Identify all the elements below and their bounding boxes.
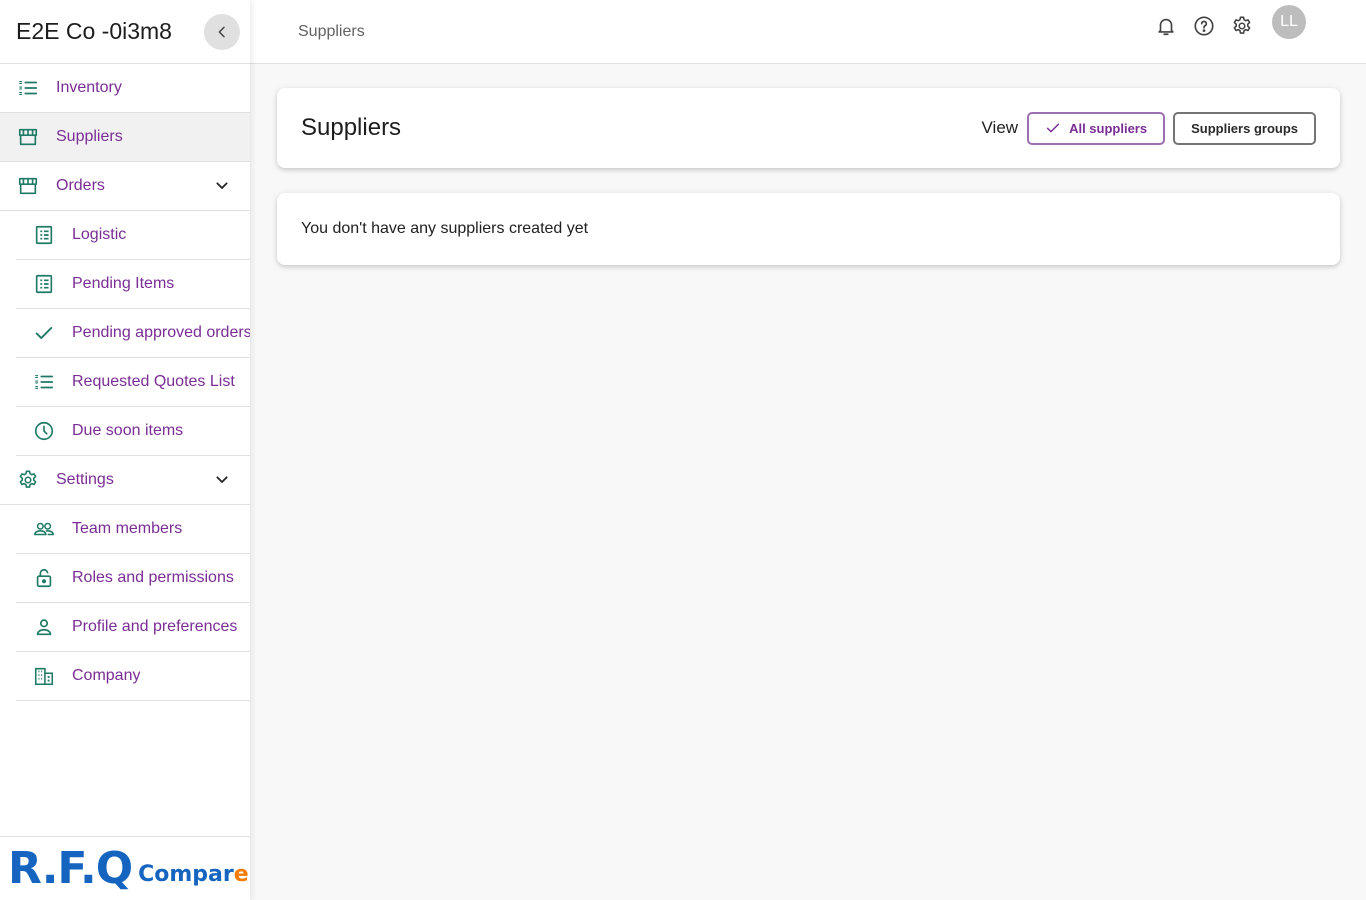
person-icon	[32, 615, 56, 639]
sidebar-item-label: Profile and preferences	[72, 618, 238, 635]
check-icon	[32, 321, 56, 345]
sidebar-item-label: Pending approved orders	[72, 324, 250, 341]
sidebar-item-label: Company	[72, 667, 141, 684]
document-list-icon	[32, 272, 56, 296]
clock-icon	[32, 419, 56, 443]
sidebar-item-logistic[interactable]: Logistic	[16, 211, 250, 260]
sidebar-item-pending-approved-orders[interactable]: Pending approved orders	[16, 309, 250, 358]
sidebar-item-label: Inventory	[56, 79, 122, 96]
sidebar: E2E Co -0i3m8 Inventory Suppliers Orders	[0, 0, 250, 900]
list-icon	[32, 370, 56, 394]
collapse-sidebar-button[interactable]	[204, 13, 240, 50]
chevron-down-icon[interactable]	[212, 176, 232, 196]
sidebar-item-label: Requested Quotes List	[72, 373, 235, 390]
building-icon	[32, 664, 56, 688]
help-icon[interactable]	[1192, 14, 1216, 38]
sidebar-item-requested-quotes-list[interactable]: Requested Quotes List	[16, 358, 250, 407]
logo-secondary-text-accent: e	[233, 862, 249, 887]
view-toggle-group: View All suppliers Suppliers groups	[981, 111, 1316, 145]
store-icon	[16, 174, 40, 198]
logo-main-text: R.F.Q	[8, 842, 133, 894]
empty-state-message: You don't have any suppliers created yet	[301, 220, 589, 237]
people-icon	[32, 517, 56, 541]
empty-state-card: You don't have any suppliers created yet	[277, 193, 1340, 265]
sidebar-item-company[interactable]: Company	[16, 652, 250, 701]
sidebar-item-label: Pending Items	[72, 275, 175, 292]
document-list-icon	[32, 223, 56, 247]
sidebar-item-settings[interactable]: Settings	[0, 456, 250, 505]
sidebar-item-due-soon-items[interactable]: Due soon items	[16, 407, 250, 456]
sidebar-item-label: Due soon items	[72, 422, 184, 439]
logo-secondary-text: Compare	[138, 862, 249, 887]
avatar[interactable]: LL	[1272, 5, 1306, 39]
sidebar-item-orders[interactable]: Orders	[0, 162, 250, 211]
sidebar-item-label: Logistic	[72, 226, 127, 243]
sidebar-item-profile-and-preferences[interactable]: Profile and preferences	[16, 603, 250, 652]
sidebar-item-pending-items[interactable]: Pending Items	[16, 260, 250, 309]
store-icon	[16, 125, 40, 149]
chevron-down-icon[interactable]	[212, 470, 232, 490]
sidebar-item-roles-and-permissions[interactable]: Roles and permissions	[16, 554, 250, 603]
chevron-left-icon	[218, 26, 225, 37]
sidebar-item-label: Team members	[72, 520, 183, 537]
sidebar-item-inventory[interactable]: Inventory	[0, 64, 250, 113]
list-icon	[16, 76, 40, 100]
sidebar-item-label: Suppliers	[56, 128, 123, 145]
company-name: E2E Co -0i3m8	[16, 18, 172, 44]
all-suppliers-label: All suppliers	[1069, 120, 1148, 136]
view-label: View	[981, 118, 1019, 137]
sidebar-item-label: Settings	[56, 471, 114, 488]
top-bar: Suppliers LL	[250, 0, 1366, 64]
gear-icon[interactable]	[1230, 14, 1254, 38]
rfq-compare-logo: R.F.Q Compare	[0, 836, 250, 900]
sidebar-item-suppliers[interactable]: Suppliers	[0, 113, 250, 162]
all-suppliers-button[interactable]: All suppliers	[1027, 111, 1166, 145]
logo-secondary-text-part: Compar	[138, 862, 234, 887]
suppliers-groups-button[interactable]: Suppliers groups	[1173, 111, 1316, 145]
suppliers-header-card: Suppliers View All suppliers Suppliers g…	[277, 88, 1340, 168]
sidebar-item-label: Orders	[56, 177, 105, 194]
sidebar-item-team-members[interactable]: Team members	[16, 505, 250, 554]
gear-icon	[16, 468, 40, 492]
sidebar-item-label: Roles and permissions	[72, 569, 234, 586]
page-title: Suppliers	[301, 114, 402, 141]
check-icon	[1046, 123, 1060, 133]
bell-icon[interactable]	[1154, 14, 1178, 38]
breadcrumb: Suppliers	[298, 22, 365, 40]
lock-icon	[32, 566, 56, 590]
top-actions: LL	[1140, 5, 1306, 39]
sidebar-header: E2E Co -0i3m8	[0, 0, 250, 64]
sidebar-nav: Inventory Suppliers Orders Logistic Pend…	[0, 64, 250, 701]
suppliers-groups-label: Suppliers groups	[1191, 120, 1298, 136]
